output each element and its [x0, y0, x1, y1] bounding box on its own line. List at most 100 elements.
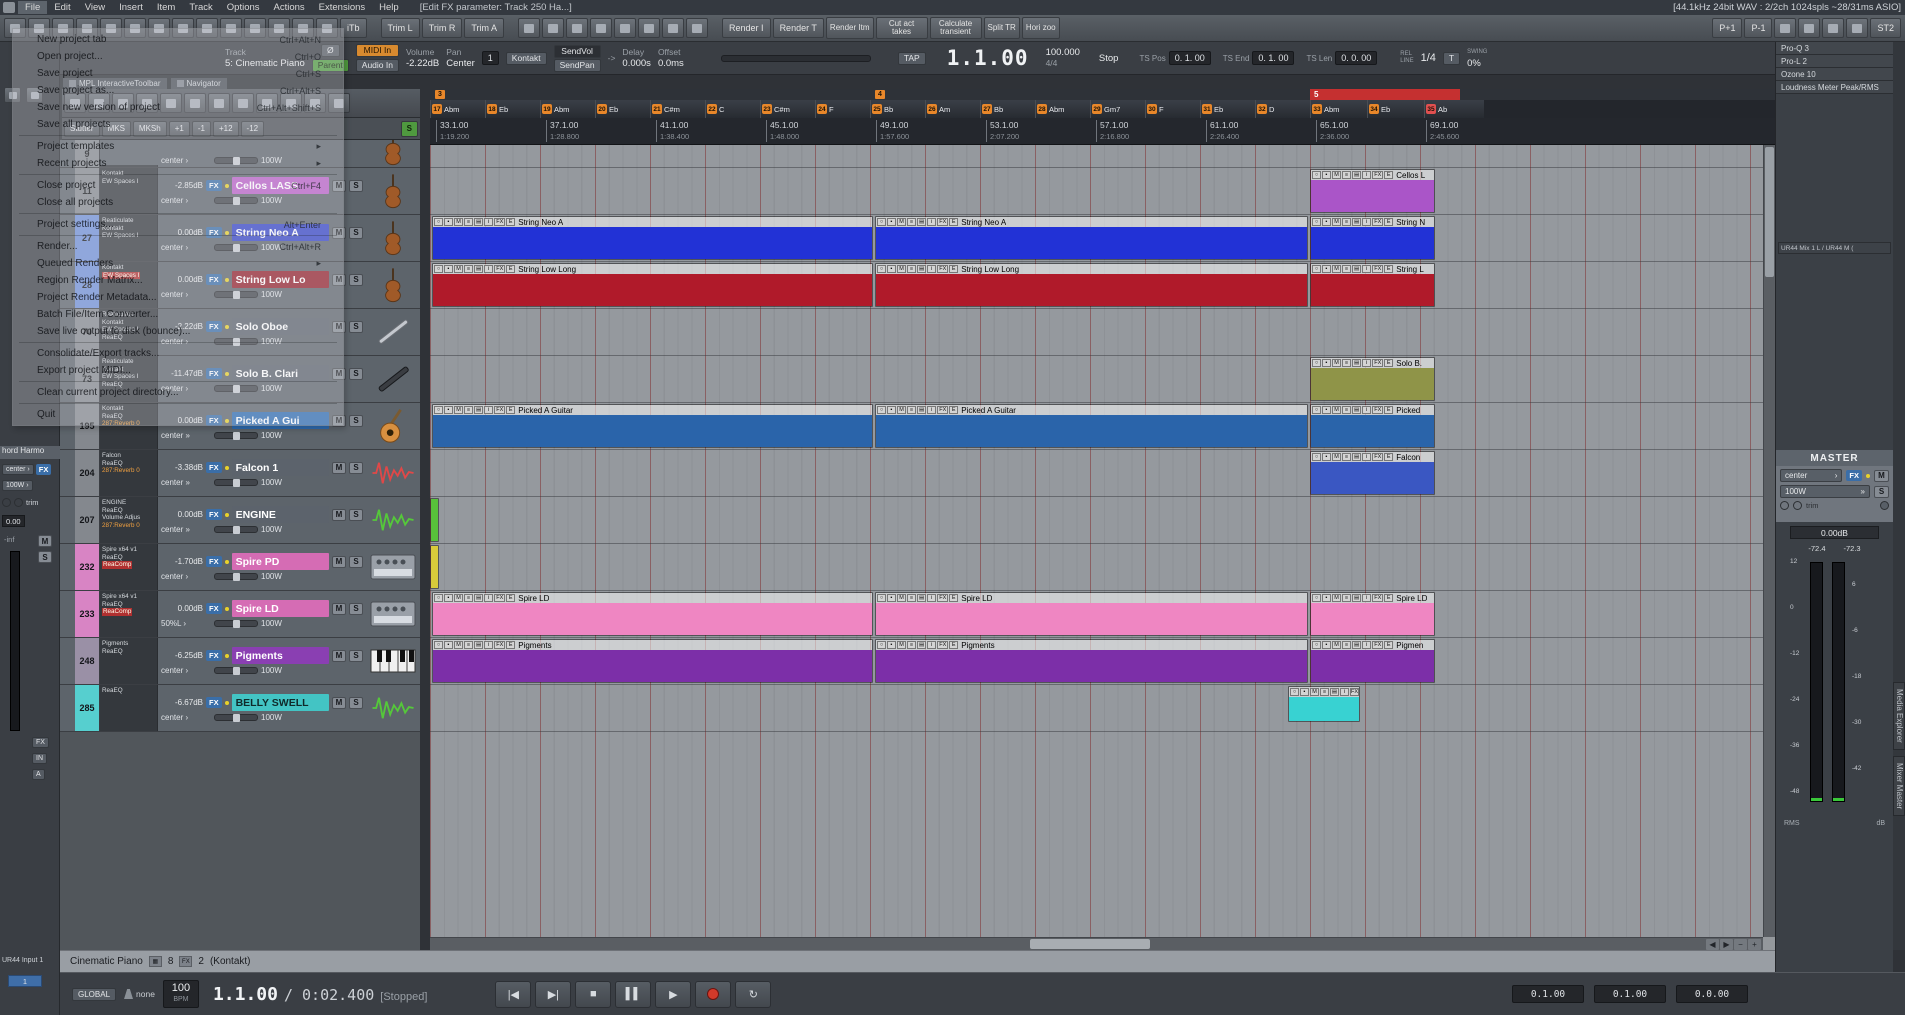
env-button[interactable]: E [949, 641, 959, 649]
track-solo-button[interactable]: S [349, 696, 363, 709]
docker-vtab-0[interactable]: Media Explorer [1893, 682, 1905, 750]
track-name[interactable]: Spire PD [231, 553, 329, 570]
dock-automation-button[interactable]: A [32, 769, 45, 780]
mute-button[interactable]: M [1332, 641, 1341, 649]
master-mute-button[interactable]: M [1874, 469, 1889, 482]
file-menu-item-16[interactable]: Queued Renders ▸ [13, 255, 343, 272]
trim-button-2[interactable]: Trim A [464, 18, 505, 38]
file-menu-item-5[interactable]: Save all projects [13, 116, 343, 133]
file-menu-item-7[interactable]: Project templates ▸ [13, 138, 343, 155]
media-item[interactable]: ○▪M≡▤iFXE [1288, 686, 1360, 722]
menu-icon[interactable]: ≡ [464, 406, 473, 414]
item-body[interactable] [1311, 274, 1434, 306]
track-width-slider[interactable] [214, 714, 258, 722]
go-end-button[interactable]: ▶| [535, 980, 572, 1008]
tempo-readout[interactable]: 100.000 4/4 [1046, 47, 1080, 69]
lanes-icon[interactable]: ▤ [1352, 265, 1362, 273]
item-body[interactable] [1289, 697, 1359, 721]
render-button-1[interactable]: Render T [772, 18, 824, 38]
item-body[interactable] [1311, 180, 1434, 212]
lanes-icon[interactable]: ▤ [1352, 641, 1362, 649]
item-body[interactable] [431, 499, 438, 541]
track-name[interactable]: Spire LD [231, 600, 329, 617]
arrange-track-lane[interactable]: ○ ▪ M ≡ ▤ i FX E Picked A Guitar ○ ▪ M ≡ ▤ i FX E Picked … [430, 403, 1775, 450]
clock-icon[interactable]: ○ [877, 641, 886, 649]
track-fx-list[interactable]: ENGINE ReaEQ Volume Adjus 287:Reverb 0 [100, 497, 158, 543]
track-volume-value[interactable]: 0.00dB [161, 604, 203, 613]
arrange-track-lane[interactable] [430, 145, 1775, 168]
media-item[interactable]: ○ ▪ M ≡ ▤ i FX E Falcon [1310, 451, 1435, 495]
info-icon[interactable]: i [1362, 641, 1372, 649]
playrate-slider[interactable] [720, 54, 871, 62]
undo-history-icon[interactable] [590, 18, 613, 38]
dock-slot-1[interactable]: 1 [8, 975, 42, 987]
chord-region-19[interactable]: 19 Abm [540, 100, 595, 118]
track-solo-button[interactable]: S [349, 226, 363, 239]
dock-solo-button[interactable]: S [38, 551, 52, 563]
arrange-track-lane[interactable]: ○ ▪ M ≡ ▤ i FX E Cellos L [430, 168, 1775, 215]
fx-button[interactable]: FX [1372, 406, 1384, 414]
lock-icon[interactable]: ▪ [1322, 265, 1331, 273]
stereo-monitor-icon[interactable] [1780, 501, 1789, 510]
info-icon[interactable]: i [927, 265, 937, 273]
mute-button[interactable]: M [454, 406, 463, 414]
file-menu-item-2[interactable]: Save project Ctrl+S [13, 65, 343, 82]
chord-region-35[interactable]: 35 Ab [1424, 100, 1484, 118]
info-icon[interactable]: i [1362, 265, 1372, 273]
track-row[interactable]: 285 ReaEQ -6.67dB FX BELLY SWELL M Scenter › 10… [60, 685, 420, 732]
file-menu-item-10[interactable]: Close project Ctrl+F4 [13, 177, 343, 194]
lanes-icon[interactable]: ▤ [1352, 218, 1362, 226]
lanes-icon[interactable]: ▤ [917, 594, 927, 602]
scroll-left-icon[interactable]: ◀ [1706, 938, 1719, 950]
menu-icon[interactable]: ≡ [907, 265, 916, 273]
lock-icon[interactable]: ▪ [1322, 359, 1331, 367]
media-item[interactable]: ○ ▪ M ≡ ▤ i FX E String Neo A [432, 216, 873, 260]
nudge-left-icon[interactable] [662, 18, 685, 38]
menu-icon[interactable]: ≡ [1342, 406, 1351, 414]
track-pan[interactable]: center » [161, 478, 211, 487]
ts-field-1[interactable]: TS End 0. 1. 00 [1223, 51, 1295, 65]
menu-icon[interactable]: ≡ [1342, 171, 1351, 179]
chord-region-32[interactable]: 32 D [1255, 100, 1310, 118]
timeline-label-9[interactable]: 69.1.00 2:45.600 [1426, 120, 1459, 142]
dock-mute-button[interactable]: M [38, 535, 52, 547]
fx-button[interactable]: FX [1372, 265, 1384, 273]
track-row[interactable]: 233 Spire x64 v1 ReaEQ ReaComp 0.00dB FX Spire… [60, 591, 420, 638]
env-button[interactable]: E [506, 641, 516, 649]
lock-icon[interactable]: ▪ [887, 594, 896, 602]
lanes-icon[interactable]: ▤ [917, 641, 927, 649]
item-body[interactable] [433, 274, 872, 306]
file-menu-item-1[interactable]: Open project... Ctrl+O [13, 48, 343, 65]
track-width-value[interactable]: 100W [261, 431, 282, 440]
arrange-track-lane[interactable]: ○ ▪ M ≡ ▤ i FX E Spire LD ○ ▪ M ≡ ▤ i FX E Spire LD ○ ▪ M ≡ ▤ i… [430, 591, 1775, 638]
menu-icon[interactable]: ≡ [1342, 265, 1351, 273]
selection-start[interactable]: 0.1.00 [1512, 985, 1584, 1003]
lanes-icon[interactable]: ▤ [1352, 453, 1362, 461]
mute-button[interactable]: M [897, 641, 906, 649]
track-fx-list[interactable]: Spire x64 v1 ReaEQ ReaComp [100, 591, 158, 637]
lock-icon[interactable]: ▪ [887, 406, 896, 414]
region-marker-3[interactable]: 3 [435, 90, 445, 99]
swing-readout[interactable]: SWING 0% [1467, 47, 1487, 69]
track-width-slider[interactable] [214, 526, 258, 534]
mixer-icon[interactable] [518, 18, 541, 38]
master-solo-button[interactable]: S [1874, 485, 1889, 498]
track-volume-value[interactable]: -6.25dB [161, 651, 203, 660]
timeline-label-2[interactable]: 41.1.00 1:38.400 [656, 120, 689, 142]
menu-options[interactable]: Options [220, 1, 267, 14]
track-width-value[interactable]: 100W [261, 478, 282, 487]
file-menu-item-19[interactable]: Batch File/Item Converter... [13, 306, 343, 323]
lanes-icon[interactable]: ▤ [917, 218, 927, 226]
chord-region-17[interactable]: 17 Abm [430, 100, 485, 118]
lock-icon[interactable]: ▪ [887, 218, 896, 226]
pitch-up-button[interactable]: P+1 [1712, 18, 1743, 38]
media-item[interactable]: ○ ▪ M ≡ ▤ i FX E Spire LD [432, 592, 873, 636]
media-item[interactable]: ○ ▪ M ≡ ▤ i FX E String Low Long [875, 263, 1308, 307]
track-name[interactable]: Pigments [231, 647, 329, 664]
chord-region-22[interactable]: 22 C [705, 100, 760, 118]
mute-button[interactable]: M [897, 406, 906, 414]
marker-icon[interactable] [614, 18, 637, 38]
track-mute-button[interactable]: M [332, 508, 346, 521]
mute-button[interactable]: M [1332, 594, 1341, 602]
track-number[interactable]: 248 [75, 638, 100, 684]
